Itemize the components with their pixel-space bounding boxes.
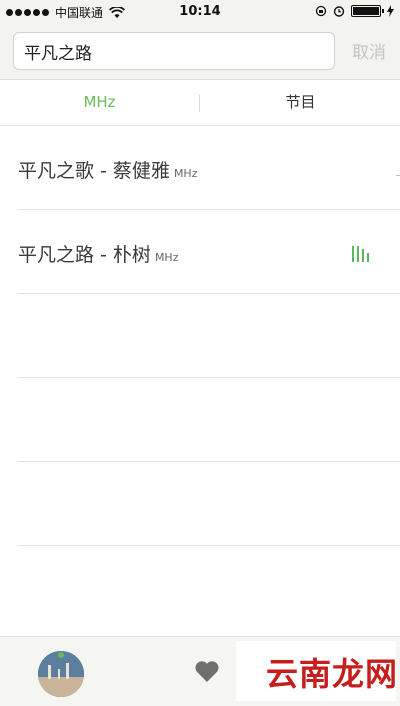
search-input[interactable] [13,32,335,70]
divider [18,545,400,546]
list-item-label: 平凡之歌 - 蔡健雅 MHz [18,156,197,183]
watermark: 云南龙网 [236,641,399,701]
list-item-label: 平凡之路 - 朴树 MHz [18,240,178,267]
now-playing-icon [352,246,374,262]
heart-icon[interactable] [194,659,220,683]
list-item-empty [0,294,400,378]
result-title: 平凡之歌 - 蔡健雅 [18,160,170,182]
player-bar: 云南龙网 [0,636,400,706]
album-art-image [38,651,84,697]
battery-icon [351,5,384,17]
edge-mark [396,175,400,176]
watermark-text: 云南龙网 [266,655,399,693]
list-item[interactable]: 平凡之路 - 朴树 MHz [0,210,400,294]
result-list: 平凡之歌 - 蔡健雅 MHz 平凡之路 - 朴树 MHz [0,126,400,546]
result-unit: MHz [154,251,179,264]
list-item-empty [0,462,400,546]
search-header: 取消 [0,26,400,80]
rotation-lock-icon [315,5,327,17]
list-item-empty [0,378,400,462]
status-right [315,5,394,17]
tab-mhz[interactable]: MHz [0,80,199,125]
list-item[interactable]: 平凡之歌 - 蔡健雅 MHz [0,126,400,210]
result-title: 平凡之路 - 朴树 [18,244,151,266]
tab-programs[interactable]: 节目 [201,80,400,125]
charging-bolt-icon [387,5,394,17]
status-bar: 中国联通 10:14 [0,0,400,26]
album-cover[interactable] [38,651,84,697]
tab-divider [199,94,200,112]
alarm-icon [333,6,345,17]
result-unit: MHz [173,167,198,180]
result-tabs: MHz 节目 [0,80,400,126]
cancel-button[interactable]: 取消 [352,38,386,63]
